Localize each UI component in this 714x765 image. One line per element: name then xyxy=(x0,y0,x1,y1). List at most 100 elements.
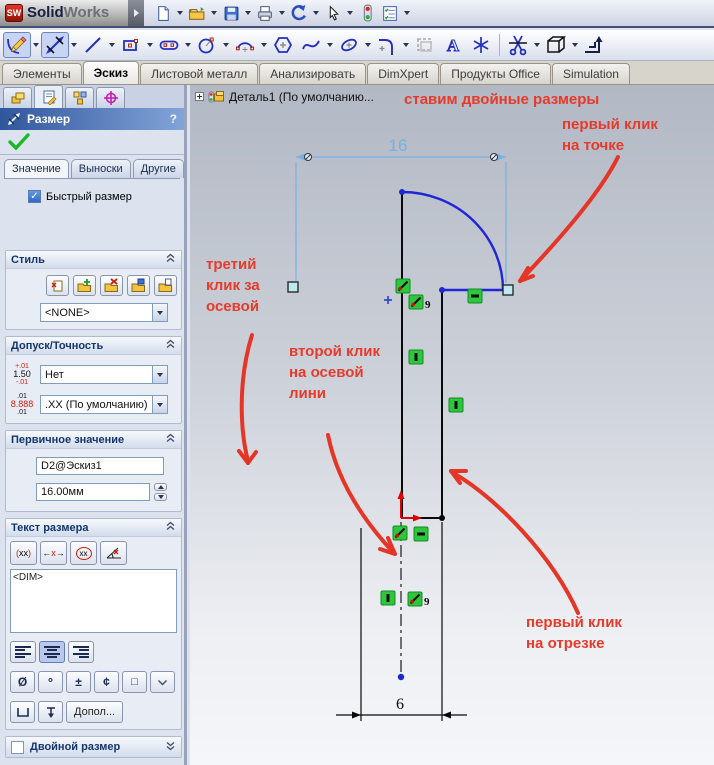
style-dropdown[interactable]: <NONE> xyxy=(40,303,168,322)
open-dropdown[interactable] xyxy=(209,2,219,24)
align-center-button[interactable] xyxy=(39,641,65,663)
dim16-left-handle[interactable] xyxy=(288,282,298,292)
value-spin-down[interactable] xyxy=(154,493,167,501)
property-manager-tab[interactable] xyxy=(34,85,63,108)
quick-dimension-checkbox[interactable]: ✓ xyxy=(28,190,41,203)
offset-entities-button[interactable] xyxy=(580,32,608,58)
subtab-leaders[interactable]: Выноски xyxy=(71,159,131,178)
options-dropdown[interactable] xyxy=(402,2,412,24)
collapse-chevron-icon[interactable] xyxy=(165,433,176,446)
tangent-constraint-badge[interactable] xyxy=(396,279,410,293)
undo-button[interactable] xyxy=(288,2,310,24)
ok-check-button[interactable] xyxy=(8,133,30,151)
dim6-text[interactable]: 6 xyxy=(396,696,404,713)
sketch-tool-button[interactable] xyxy=(3,32,31,58)
tolerance-dropdown-arrow[interactable] xyxy=(152,365,168,384)
precision-dropdown-arrow[interactable] xyxy=(152,395,168,414)
load-style-button[interactable] xyxy=(154,275,177,296)
collapse-chevron-icon[interactable] xyxy=(165,521,176,534)
tab-sheet-metal[interactable]: Листовой металл xyxy=(140,63,258,84)
tab-simulation[interactable]: Simulation xyxy=(552,63,630,84)
counterbore-symbol-button[interactable] xyxy=(10,701,35,723)
mirror-entities-dropdown[interactable] xyxy=(570,34,580,56)
arc-tool-dropdown[interactable] xyxy=(259,34,269,56)
align-right-button[interactable] xyxy=(68,641,94,663)
align-left-button[interactable] xyxy=(10,641,36,663)
add-style-button[interactable] xyxy=(73,275,96,296)
tab-sketch[interactable]: Эскиз xyxy=(83,61,140,84)
precision-dropdown[interactable]: .XX (По умолчанию) xyxy=(40,395,168,414)
tab-evaluate[interactable]: Анализировать xyxy=(259,63,366,84)
subtab-other[interactable]: Другие xyxy=(133,159,184,178)
dim-inspection-button[interactable]: ←x→ xyxy=(40,541,67,565)
help-button[interactable]: ? xyxy=(170,112,177,126)
smart-dimension-dropdown[interactable] xyxy=(69,34,79,56)
save-dropdown[interactable] xyxy=(243,2,253,24)
text-tool-button[interactable]: A xyxy=(439,32,467,58)
dim16-text[interactable]: 16 xyxy=(389,136,408,155)
convert-entities-button[interactable] xyxy=(411,32,439,58)
dimxpert-manager-tab[interactable] xyxy=(96,87,125,108)
dim-parentheses-button[interactable]: (xx) xyxy=(10,541,37,565)
polygon-tool-button[interactable] xyxy=(269,32,297,58)
horizontal-constraint-badge[interactable] xyxy=(468,289,482,303)
circle-tool-button[interactable] xyxy=(193,32,221,58)
ellipse-tool-dropdown[interactable] xyxy=(363,34,373,56)
smart-dimension-button[interactable] xyxy=(41,32,69,58)
configuration-manager-tab[interactable] xyxy=(65,87,94,108)
apply-default-style-button[interactable] xyxy=(46,275,69,296)
centerline-endpoint[interactable] xyxy=(398,674,404,680)
rectangle-tool-button[interactable] xyxy=(117,32,145,58)
arc-tool-button[interactable] xyxy=(231,32,259,58)
plus-minus-symbol-button[interactable]: ± xyxy=(66,671,91,693)
dim-offset-text-button[interactable]: xx xyxy=(70,541,97,565)
spline-tool-dropdown[interactable] xyxy=(325,34,335,56)
line-tool-dropdown[interactable] xyxy=(107,34,117,56)
tab-dimxpert[interactable]: DimXpert xyxy=(367,63,439,84)
collapse-chevron-icon[interactable] xyxy=(165,339,176,352)
line-tool-button[interactable] xyxy=(79,32,107,58)
tangent-constraint-badge[interactable] xyxy=(393,526,407,540)
square-symbol-button[interactable]: □ xyxy=(122,671,147,693)
arc-top-endpoint[interactable] xyxy=(399,189,405,195)
save-button[interactable] xyxy=(220,2,242,24)
fillet-tool-dropdown[interactable] xyxy=(401,34,411,56)
expand-chevron-icon[interactable] xyxy=(165,741,176,754)
arc-entity[interactable] xyxy=(402,192,503,290)
style-dropdown-arrow[interactable] xyxy=(152,303,168,322)
new-document-button[interactable] xyxy=(152,2,174,24)
spline-tool-button[interactable] xyxy=(297,32,325,58)
circle-tool-dropdown[interactable] xyxy=(221,34,231,56)
mirror-entities-button[interactable] xyxy=(542,32,570,58)
tangent-constraint-badge[interactable] xyxy=(408,592,422,606)
rectangle-tool-dropdown[interactable] xyxy=(145,34,155,56)
select-dropdown[interactable] xyxy=(345,2,355,24)
collapse-chevron-icon[interactable] xyxy=(165,253,176,266)
sketch-tool-dropdown[interactable] xyxy=(31,34,41,56)
new-document-dropdown[interactable] xyxy=(175,2,185,24)
open-button[interactable] xyxy=(186,2,208,24)
vertical-constraint-badge[interactable] xyxy=(449,398,463,412)
bottom-right-endpoint[interactable] xyxy=(439,515,445,521)
trim-entities-button[interactable] xyxy=(504,32,532,58)
point-tool-button[interactable] xyxy=(467,32,495,58)
print-button[interactable] xyxy=(254,2,276,24)
delete-style-button[interactable] xyxy=(100,275,123,296)
depth-symbol-button[interactable] xyxy=(38,701,63,723)
more-symbols-chevron-button[interactable] xyxy=(150,671,175,693)
tab-elements[interactable]: Элементы xyxy=(2,63,82,84)
tangent-constraint-badge[interactable] xyxy=(409,295,423,309)
select-button[interactable] xyxy=(322,2,344,24)
dim-angle-text-button[interactable] xyxy=(100,541,127,565)
degree-symbol-button[interactable]: ° xyxy=(38,671,63,693)
centerline-symbol-button[interactable]: ¢ xyxy=(94,671,119,693)
subtab-value[interactable]: Значение xyxy=(4,159,69,178)
print-dropdown[interactable] xyxy=(277,2,287,24)
trim-entities-dropdown[interactable] xyxy=(532,34,542,56)
line-left-endpoint[interactable] xyxy=(439,287,445,293)
diameter-symbol-button[interactable]: Ø xyxy=(10,671,35,693)
fillet-tool-button[interactable] xyxy=(373,32,401,58)
arc-endpoint-handle[interactable] xyxy=(503,285,513,295)
rebuild-button[interactable] xyxy=(356,2,378,24)
dimension-text-area[interactable]: <DIM> xyxy=(10,569,177,633)
